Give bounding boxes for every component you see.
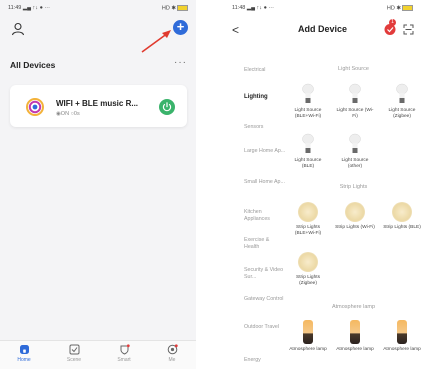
status-bar: 11:48 ▂▄ ↑↓ ● ··· HD ✱ <box>232 4 413 14</box>
category-electrical[interactable]: Electrical <box>244 67 286 74</box>
bulb-icon <box>396 83 408 103</box>
device-name: WIFI + BLE music R... <box>56 99 139 108</box>
category-large-home-appliances[interactable]: Large Home Ap... <box>244 148 286 155</box>
category-exercise-health[interactable]: Exercise & Health <box>244 237 286 250</box>
section-strip-lights: Strip Lights <box>339 184 368 190</box>
category-sensors[interactable]: Sensors <box>244 124 286 131</box>
category-gateway-control[interactable]: Gateway Control <box>244 296 286 303</box>
power-icon <box>162 102 172 112</box>
home-icon <box>19 345 29 354</box>
section-light-source: Light Source <box>338 66 369 72</box>
device-light-source-other[interactable]: Light Source (other) <box>335 133 375 170</box>
device-status: ◉ON ○0s <box>56 111 80 117</box>
notification-badge: 1 <box>389 19 396 26</box>
device-strip-lights-wifi[interactable]: Strip Lights (Wi-Fi) <box>335 202 375 231</box>
device-card[interactable]: WIFI + BLE music R... ◉ON ○0s <box>10 85 187 127</box>
annotation-arrow <box>141 30 171 53</box>
battery-icon <box>402 5 413 11</box>
device-strip-lights-ble-wifi[interactable]: Strip Lights (BLE+Wi-Fi) <box>288 202 328 237</box>
device-light-source-wifi[interactable]: Light Source (Wi-Fi) <box>335 83 375 120</box>
add-device-screen: 11:48 ▂▄ ↑↓ ● ··· HD ✱ < Add Device 1 El… <box>224 0 421 369</box>
device-atmosphere-lamp[interactable]: Atmosphere lamp <box>288 320 328 353</box>
tab-home[interactable]: Home <box>4 344 44 363</box>
all-devices-title: All Devices <box>10 60 56 70</box>
category-energy[interactable]: Energy <box>244 357 286 364</box>
device-light-source-ble[interactable]: Light Source (BLE) <box>288 133 328 170</box>
me-icon <box>167 344 178 355</box>
more-options-button[interactable]: ··· <box>174 57 187 68</box>
category-outdoor-travel[interactable]: Outdoor Travel <box>244 324 286 331</box>
device-light-source-ble-wifi[interactable]: Light Source (BLE+Wi-Fi) <box>288 83 328 120</box>
strip-light-icon <box>392 202 412 222</box>
status-right: HD ✱ <box>387 5 413 11</box>
category-kitchen-appliances[interactable]: Kitchen Appliances <box>244 209 286 222</box>
bulb-icon <box>349 133 361 153</box>
bulb-icon <box>302 133 314 153</box>
tab-me[interactable]: Me <box>152 344 192 363</box>
strip-light-icon <box>345 202 365 222</box>
category-security-video[interactable]: Security & Video Sur... <box>244 267 286 280</box>
category-small-home-appliances[interactable]: Small Home Ap... <box>244 179 286 186</box>
device-atmosphere-lamp[interactable]: Atmosphere lamp <box>335 320 375 353</box>
home-screen: 11:49 ▂▄ ↑↓ ● ··· HD ✱ + All Devices ···… <box>0 0 196 369</box>
add-device-button[interactable]: + <box>173 20 188 35</box>
strip-light-icon <box>298 252 318 272</box>
device-strip-lights-zigbee[interactable]: Strip Lights (Zigbee) <box>288 252 328 287</box>
scene-icon <box>69 344 79 355</box>
strip-light-icon <box>298 202 318 222</box>
section-atmosphere-lamp: Atmosphere lamp <box>331 304 376 310</box>
power-toggle-button[interactable] <box>159 99 175 115</box>
bottom-tab-bar: Home Scene Smart Me <box>0 340 196 369</box>
atmosphere-lamp-icon <box>397 320 407 344</box>
bulb-icon <box>349 83 361 103</box>
scan-qr-icon[interactable] <box>403 24 414 35</box>
atmosphere-lamp-icon <box>350 320 360 344</box>
atmosphere-lamp-icon <box>303 320 313 344</box>
tab-smart[interactable]: Smart <box>104 344 144 363</box>
category-lighting[interactable]: Lighting <box>244 94 286 102</box>
device-logo-icon <box>26 98 44 116</box>
status-time: 11:48 ▂▄ ↑↓ ● ··· <box>232 5 274 11</box>
device-light-source-zigbee[interactable]: Light Source (Zigbee) <box>382 83 421 120</box>
tab-scene[interactable]: Scene <box>54 344 94 363</box>
device-strip-lights-ble[interactable]: Strip Lights (BLE) <box>382 202 421 231</box>
bulb-icon <box>302 83 314 103</box>
smart-icon <box>120 344 130 355</box>
device-atmosphere-lamp[interactable]: Atmosphere lamp <box>382 320 421 353</box>
